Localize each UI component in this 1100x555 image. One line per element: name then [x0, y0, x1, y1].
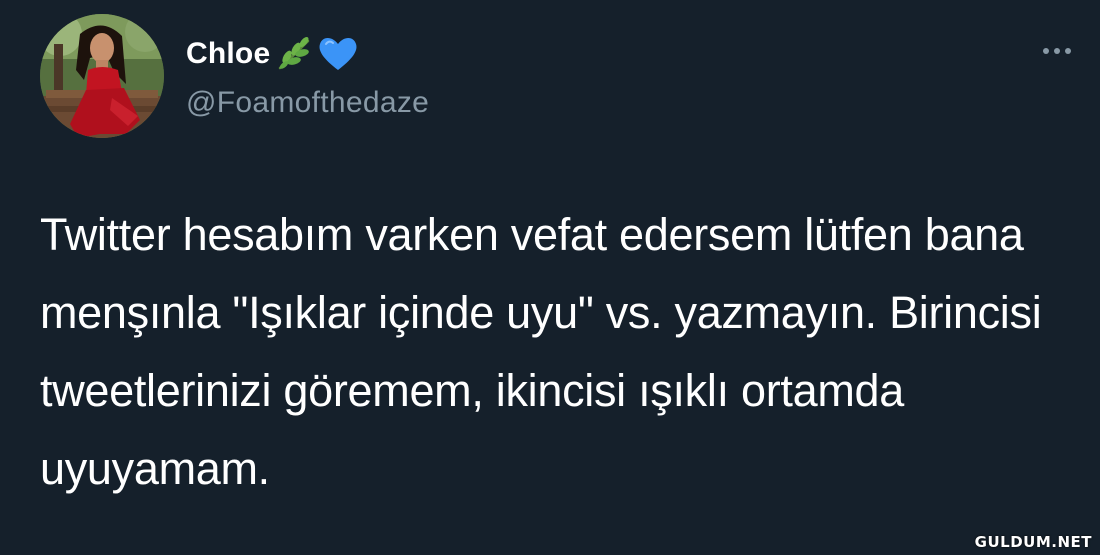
more-options-button[interactable] [1032, 34, 1082, 68]
watermark: GULDUM.NET [974, 533, 1092, 551]
tweet-user-header: Chloe @Foamofthedaze [186, 32, 429, 120]
more-horizontal-icon-dot [1065, 48, 1071, 54]
tweet-card: Chloe @Foamofthedaze Twitter hesabım var… [0, 0, 1100, 555]
avatar[interactable] [40, 14, 164, 138]
blue-heart-icon [318, 36, 358, 72]
tweet-text: Twitter hesabım varken vefat edersem lüt… [40, 209, 1042, 494]
display-name[interactable]: Chloe [186, 37, 270, 71]
avatar-photo [40, 14, 164, 138]
herb-icon [274, 37, 314, 71]
more-horizontal-icon-dot [1054, 48, 1060, 54]
more-horizontal-icon [1043, 48, 1049, 54]
user-handle[interactable]: @Foamofthedaze [186, 86, 429, 120]
name-row: Chloe [186, 32, 429, 76]
